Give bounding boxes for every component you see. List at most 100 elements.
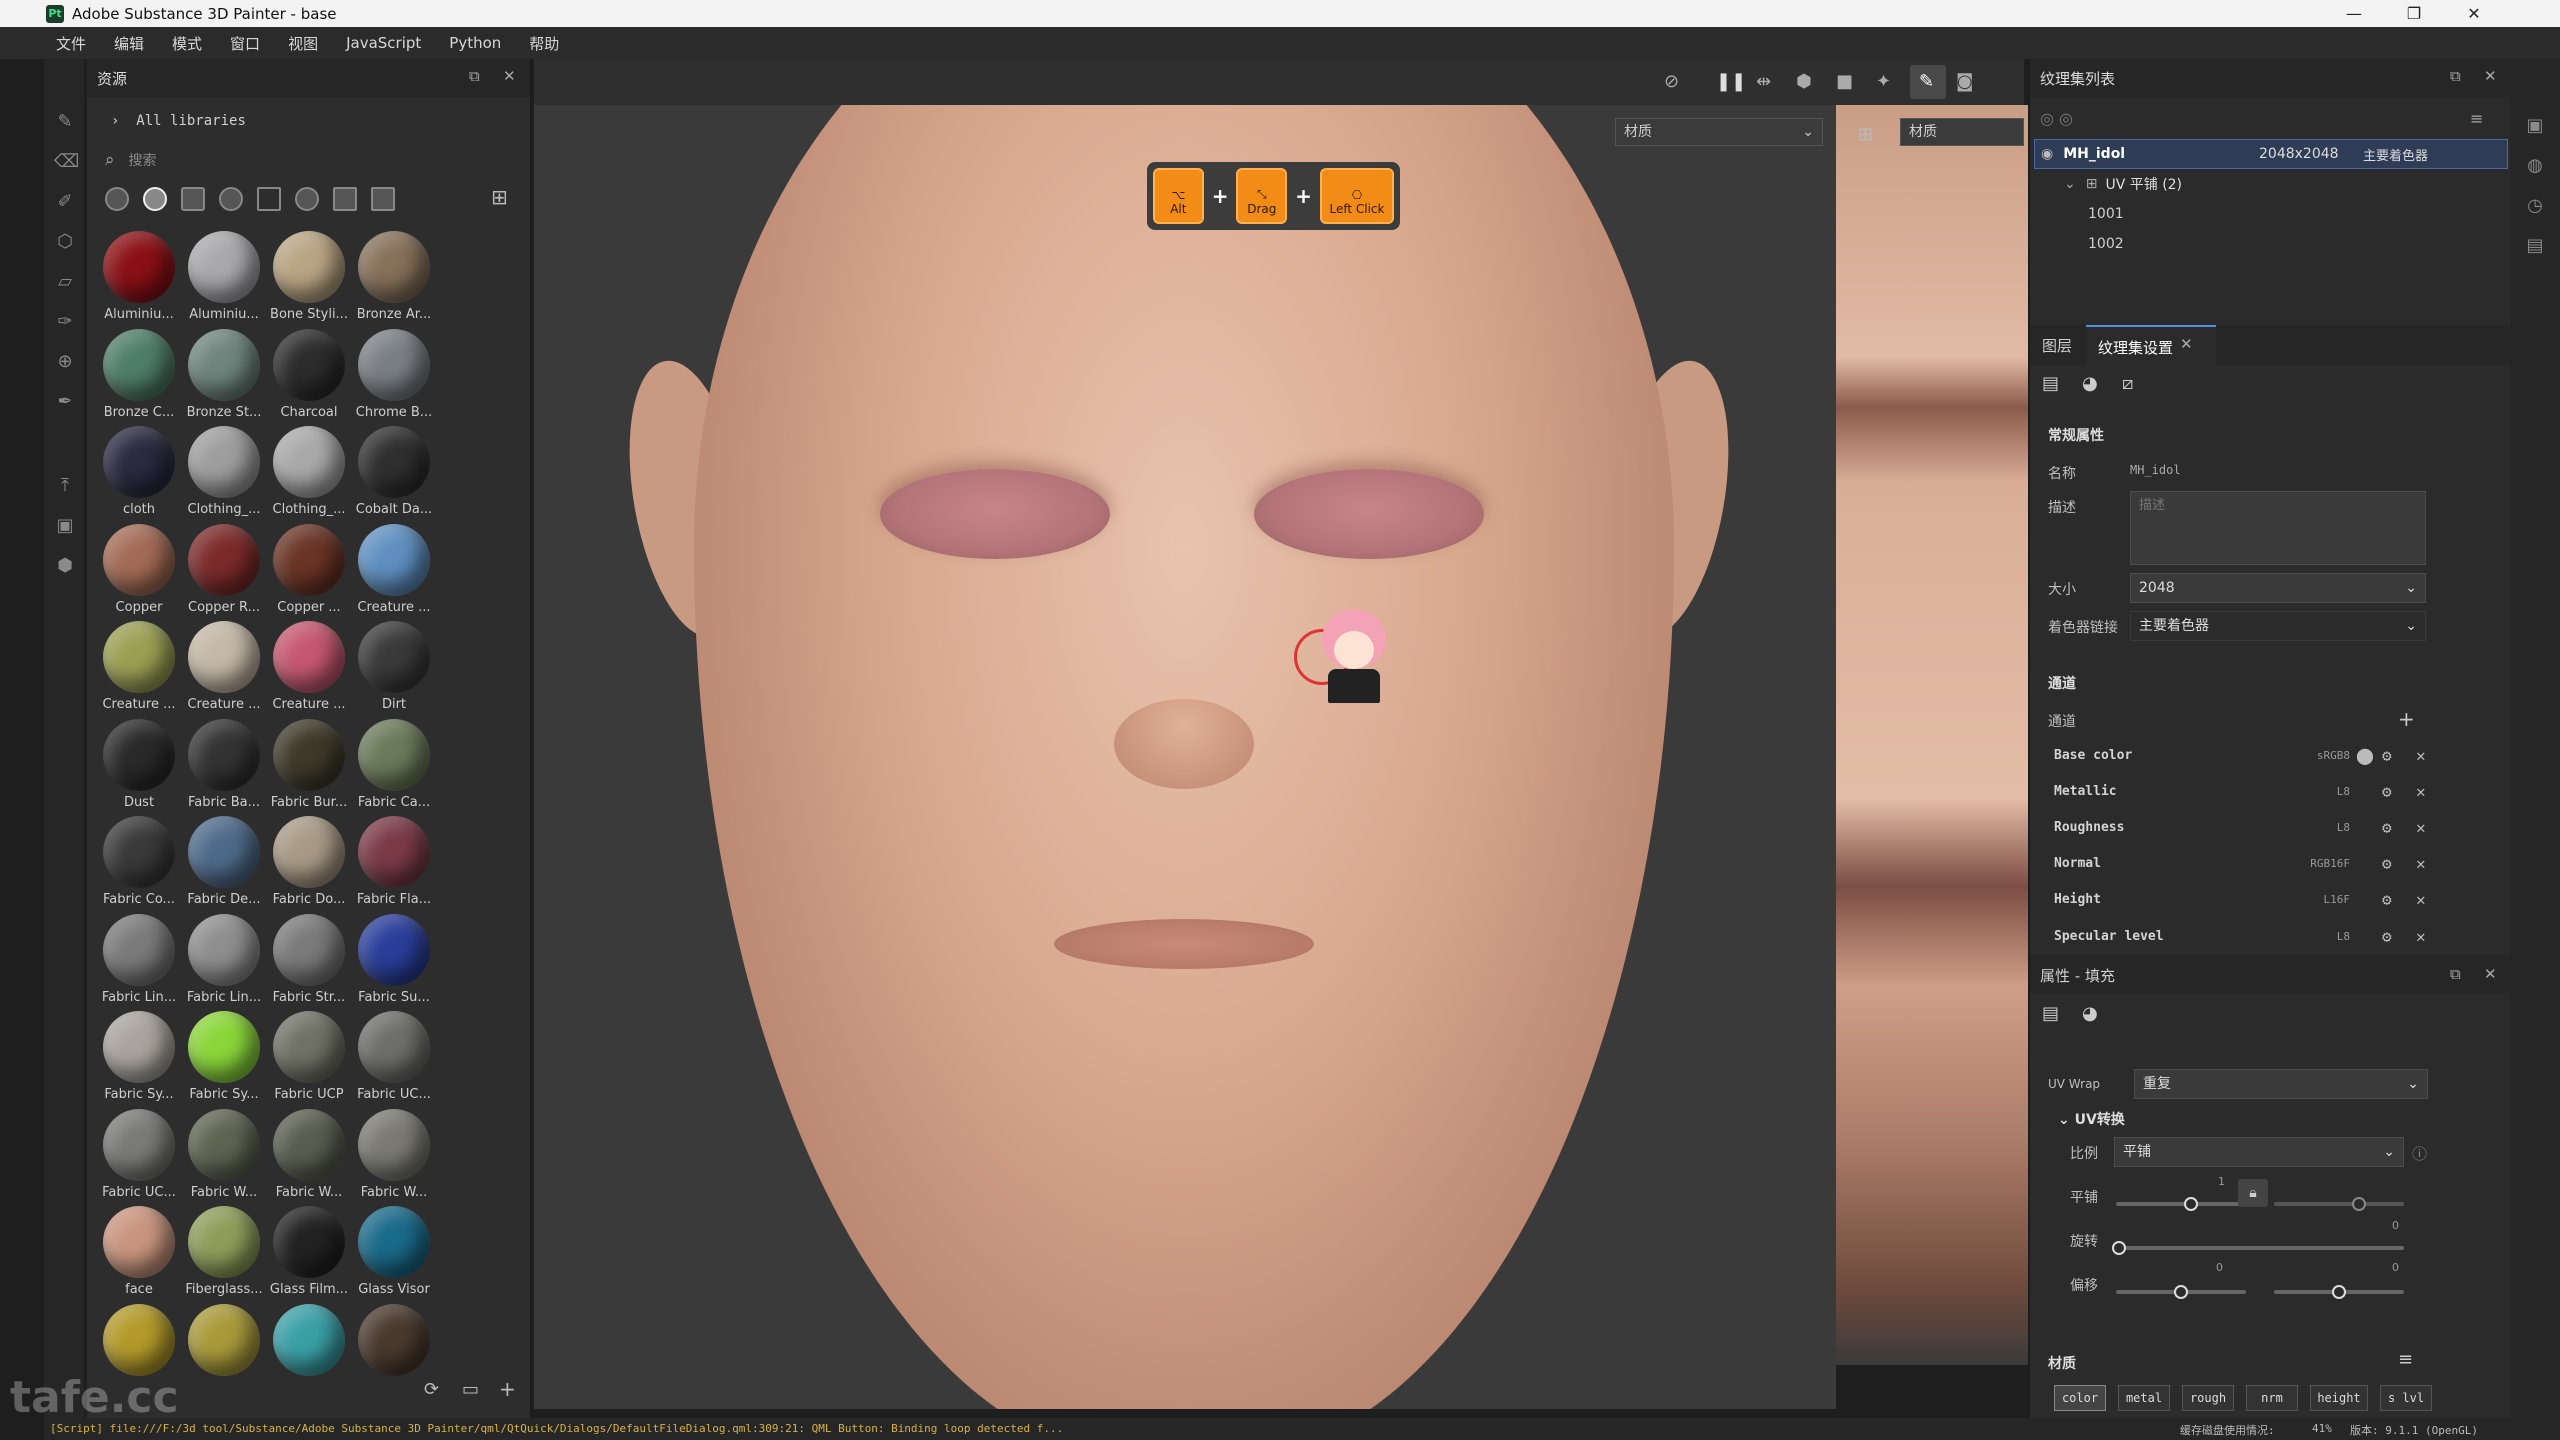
- status-log-message[interactable]: [Script] file:///F:/3d tool/Substance/Ad…: [50, 1422, 1110, 1435]
- channel-settings-icon[interactable]: ⚙: [2382, 890, 2392, 909]
- material-thumbnail[interactable]: Fabric Ba...: [182, 718, 266, 810]
- material-thumbnail[interactable]: Fabric Sy...: [182, 1011, 266, 1102]
- material-thumbnail[interactable]: Fiberglass...: [182, 1206, 266, 1297]
- log-icon[interactable]: ▤: [2524, 235, 2546, 257]
- channel-format[interactable]: L8: [2290, 930, 2350, 943]
- clone-stamp-icon[interactable]: ⊕: [54, 351, 76, 373]
- material-thumbnail[interactable]: Aluminiu...: [97, 231, 181, 322]
- hide-ui-icon[interactable]: ⊘: [1664, 71, 1679, 92]
- material-thumbnail[interactable]: Copper R...: [182, 523, 266, 615]
- channel-format[interactable]: L16F: [2290, 893, 2351, 906]
- folder-icon[interactable]: ▭: [462, 1379, 479, 1400]
- material-channel-button-rough[interactable]: rough: [2182, 1385, 2234, 1411]
- remove-channel-icon[interactable]: ✕: [2416, 854, 2426, 873]
- eye-icon[interactable]: ◉: [2041, 146, 2053, 162]
- material-thumbnail[interactable]: Clothing_...: [267, 426, 351, 517]
- material-thumbnail[interactable]: Glass Visor: [352, 1206, 436, 1297]
- breadcrumb[interactable]: › All libraries: [111, 113, 246, 129]
- material-thumbnail[interactable]: Fabric W...: [352, 1108, 436, 1200]
- material-thumbnail[interactable]: Charcoal: [267, 328, 351, 420]
- material-thumbnail[interactable]: Fabric Lin...: [182, 913, 266, 1005]
- material-thumbnail[interactable]: Copper ...: [267, 523, 351, 615]
- remove-channel-icon[interactable]: ✕: [2416, 746, 2426, 765]
- material-thumbnail[interactable]: Fabric De...: [182, 816, 266, 907]
- uv-transform-section[interactable]: ⌄ UV转换: [2058, 1109, 2125, 1129]
- material-channel-button-height[interactable]: height: [2310, 1385, 2368, 1411]
- menu-mode[interactable]: 模式: [172, 33, 202, 54]
- material-thumbnail[interactable]: Fabric Su...: [352, 913, 436, 1005]
- menu-icon[interactable]: ≡: [2470, 109, 2483, 128]
- channel-settings-icon[interactable]: ⚙: [2382, 854, 2392, 873]
- asset-search[interactable]: ⌕ 搜索: [105, 145, 515, 175]
- lights-icon[interactable]: ✦: [1876, 71, 1891, 92]
- close-window-button[interactable]: ✕: [2444, 0, 2504, 27]
- material-thumbnail[interactable]: Fabric Ca...: [352, 718, 436, 810]
- menu-view[interactable]: 视图: [288, 33, 318, 54]
- refresh-icon[interactable]: ⟳: [424, 1379, 439, 1400]
- color-space-icon[interactable]: ⬤: [2356, 746, 2374, 765]
- material-thumbnail[interactable]: Bronze Ar...: [352, 231, 436, 322]
- rotate-slider-knob[interactable]: [2112, 1241, 2126, 1255]
- screenshot-icon[interactable]: ◙: [1956, 71, 1973, 92]
- maximize-button[interactable]: ❐: [2384, 0, 2444, 27]
- 2d-view-grid-icon[interactable]: ⊞: [1858, 124, 1873, 145]
- search-input[interactable]: 搜索: [129, 150, 157, 170]
- geometry-mask-icon[interactable]: ⬡: [54, 231, 76, 253]
- symmetry-icon[interactable]: ⇹: [1756, 71, 1771, 92]
- material-thumbnail[interactable]: Fabric UCP: [267, 1011, 351, 1102]
- material-thumbnail[interactable]: Creature ...: [352, 523, 436, 615]
- minimize-button[interactable]: —: [2324, 0, 2384, 27]
- channel-format[interactable]: RGB16F: [2290, 857, 2350, 870]
- material-thumbnail[interactable]: [97, 1303, 181, 1380]
- material-thumbnail[interactable]: Fabric UC...: [97, 1108, 181, 1200]
- menu-window[interactable]: 窗口: [230, 33, 260, 54]
- fill-settings-icon[interactable]: ▤: [2042, 1003, 2059, 1024]
- remove-channel-icon[interactable]: ✕: [2416, 782, 2426, 801]
- 2d-viewport[interactable]: [1836, 105, 2028, 1365]
- filter-smart-masks-icon[interactable]: [219, 187, 243, 211]
- paint-mode-button[interactable]: ✎: [1910, 65, 1946, 99]
- close-panel-icon[interactable]: ✕: [503, 67, 516, 85]
- camera-icon[interactable]: ■: [1836, 71, 1853, 92]
- bake-icon[interactable]: ⤒: [54, 475, 76, 497]
- tile-slider[interactable]: [2116, 1197, 2246, 1211]
- material-channel-button-nrm[interactable]: nrm: [2246, 1385, 2298, 1411]
- camera-settings-icon[interactable]: ▣: [54, 515, 76, 537]
- 2d-material-dropdown[interactable]: 材质: [1900, 118, 2024, 146]
- display-mode-icon[interactable]: ⬢: [1796, 71, 1812, 92]
- material-thumbnail[interactable]: Dust: [97, 718, 181, 810]
- material-thumbnail[interactable]: Fabric Co...: [97, 816, 181, 907]
- material-thumbnail[interactable]: Fabric Sy...: [97, 1011, 181, 1102]
- texture-set-row-selected[interactable]: ◉ MH_idol 2048x2048 主要着色器: [2034, 139, 2508, 169]
- channel-row[interactable]: Metallic L8 ⚙ ✕: [2030, 773, 2450, 809]
- channel-format[interactable]: L8: [2290, 785, 2350, 798]
- grid-view-icon[interactable]: ⊞: [491, 185, 508, 209]
- settings-icon[interactable]: ▤: [2042, 373, 2059, 394]
- menu-help[interactable]: 帮助: [529, 33, 559, 54]
- remove-channel-icon[interactable]: ✕: [2416, 818, 2426, 837]
- fill-material-icon[interactable]: ◕: [2082, 1003, 2098, 1024]
- description-field[interactable]: 描述: [2130, 491, 2426, 565]
- material-thumbnail[interactable]: Dirt: [352, 621, 436, 712]
- add-asset-icon[interactable]: +: [499, 1377, 516, 1401]
- channel-row[interactable]: Roughness L8 ⚙ ✕: [2030, 809, 2450, 845]
- material-thumbnail[interactable]: Fabric Lin...: [97, 913, 181, 1005]
- filter-smart-materials-icon[interactable]: [143, 187, 167, 211]
- channel-format[interactable]: sRGB8: [2290, 749, 2350, 762]
- tile-slider-2[interactable]: [2274, 1197, 2404, 1211]
- material-channel-button-s-lvl[interactable]: s lvl: [2380, 1385, 2432, 1411]
- polygon-fill-icon[interactable]: ▱: [54, 271, 76, 293]
- material-thumbnail[interactable]: face: [97, 1206, 181, 1297]
- offset-u-slider[interactable]: [2116, 1285, 2246, 1299]
- tile-slider-knob[interactable]: [2184, 1197, 2198, 1211]
- channel-row[interactable]: Height L16F ⚙ ✕: [2030, 882, 2450, 918]
- close-panel-icon[interactable]: ✕: [2484, 965, 2497, 983]
- material-thumbnail[interactable]: Creature ...: [182, 621, 266, 712]
- material-thumbnail[interactable]: Creature ...: [267, 621, 351, 712]
- filter-brushes-icon[interactable]: [257, 187, 281, 211]
- smudge-icon[interactable]: ✑: [54, 311, 76, 333]
- material-thumbnail[interactable]: Fabric Bur...: [267, 718, 351, 810]
- offset-v-slider[interactable]: [2274, 1285, 2404, 1299]
- material-thumbnail[interactable]: Aluminiu...: [182, 231, 266, 322]
- material-thumbnail[interactable]: Fabric UC...: [352, 1011, 436, 1102]
